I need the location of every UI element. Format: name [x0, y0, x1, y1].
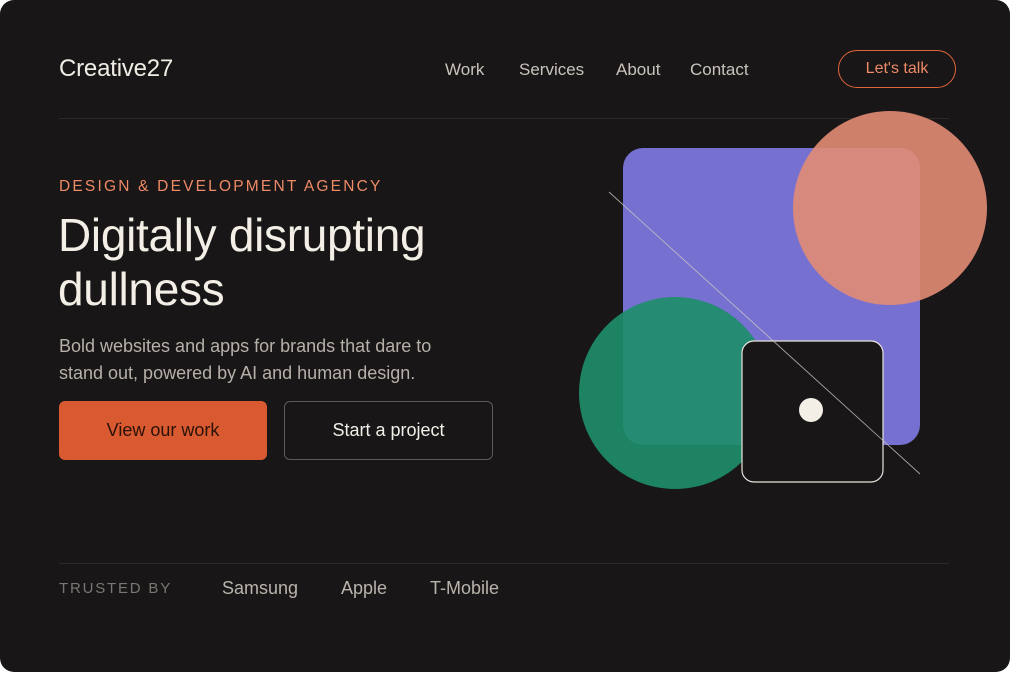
- white-dot-shape: [799, 398, 823, 422]
- view-our-work-button[interactable]: View our work: [59, 401, 267, 460]
- brand-t-mobile: T-Mobile: [430, 578, 500, 598]
- hero-eyebrow: DESIGN & DEVELOPMENT AGENCY: [59, 178, 383, 195]
- nav-link-contact[interactable]: Contact: [690, 60, 749, 80]
- start-a-project-button[interactable]: Start a project: [284, 401, 493, 460]
- headline-line-1: Digitally disrupting: [58, 209, 426, 261]
- nav-link-services[interactable]: Services: [519, 60, 584, 80]
- headline-line-2: dullness: [58, 263, 225, 315]
- hero-headline: Digitally disrupting dullness: [58, 208, 538, 316]
- lets-talk-button[interactable]: Let's talk: [838, 50, 956, 88]
- hero-subcopy: Bold websites and apps for brands that d…: [59, 336, 432, 383]
- trusted-divider: [59, 563, 949, 564]
- trusted-by-label: TRUSTED BY: [59, 580, 173, 597]
- hero-illustration: [579, 111, 987, 489]
- peach-circle-shape: [793, 111, 987, 305]
- logo[interactable]: Creative27: [59, 55, 173, 83]
- brand-samsung: Samsung: [222, 578, 299, 598]
- nav-link-work[interactable]: Work: [445, 60, 484, 80]
- brand-apple: Apple: [341, 578, 388, 598]
- page-frame: Creative27 Work Services About Contact L…: [0, 0, 1010, 672]
- nav-link-about[interactable]: About: [616, 60, 660, 80]
